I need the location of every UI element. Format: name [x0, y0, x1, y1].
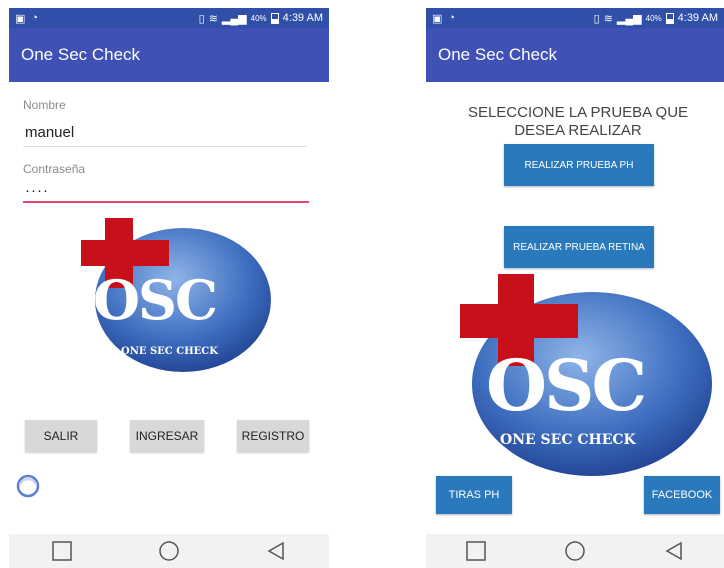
- logo-subtitle: ONE SEC CHECK: [500, 432, 636, 448]
- app-bar: One Sec Check: [426, 28, 724, 82]
- wifi-icon: ≋: [603, 12, 613, 25]
- gallery-icon: ▣: [15, 12, 26, 25]
- whatsapp-icon: ◔: [448, 12, 456, 24]
- prompt-line-1: SELECCIONE LA PRUEBA QUE: [467, 104, 689, 121]
- app-title: One Sec Check: [438, 45, 558, 64]
- password-field[interactable]: ····: [25, 182, 49, 199]
- whatsapp-icon: ◔: [31, 12, 39, 24]
- battery-percent: 40%: [645, 13, 662, 23]
- circle-icon[interactable]: [158, 540, 180, 562]
- facebook-button[interactable]: FACEBOOK: [644, 476, 720, 514]
- exit-button[interactable]: SALIR: [25, 420, 97, 452]
- clock: 4:39 AM: [677, 12, 718, 24]
- battery-icon: [665, 12, 674, 24]
- battery-percent: 40%: [250, 13, 267, 23]
- nav-bar: [426, 534, 724, 568]
- prompt-line-2: DESEA REALIZAR: [514, 122, 642, 139]
- battery-icon: [270, 12, 279, 24]
- ph-strips-button[interactable]: TIRAS PH: [436, 476, 512, 514]
- test-selection-screen: ▣ ◔ ▯ ≋ ▂▄▆ 40% 4:39 AM One Sec Check SE…: [426, 8, 724, 568]
- square-icon[interactable]: [51, 540, 73, 562]
- signal-icon: ▂▄▆: [616, 12, 642, 25]
- loading-spinner-icon: [16, 474, 40, 498]
- signal-icon: ▂▄▆: [221, 12, 247, 25]
- register-button[interactable]: REGISTRO: [237, 420, 309, 452]
- password-label: Contraseña: [23, 162, 86, 176]
- vibrate-icon: ▯: [593, 12, 600, 25]
- status-bar: ▣ ◔ ▯ ≋ ▂▄▆ 40% 4:39 AM: [9, 8, 329, 28]
- triangle-back-icon[interactable]: [663, 540, 685, 562]
- circle-icon[interactable]: [564, 540, 586, 562]
- logo-subtitle: ONE SEC CHECK: [121, 346, 218, 357]
- retina-test-button[interactable]: REALIZAR PRUEBA RETINA: [504, 226, 654, 268]
- app-bar: One Sec Check: [9, 28, 329, 82]
- name-field[interactable]: manuel: [25, 124, 74, 141]
- status-bar: ▣ ◔ ▯ ≋ ▂▄▆ 40% 4:39 AM: [426, 8, 724, 28]
- vibrate-icon: ▯: [198, 12, 205, 25]
- clock: 4:39 AM: [282, 12, 323, 24]
- logo-text: OSC: [486, 344, 647, 427]
- nav-bar: [9, 534, 329, 568]
- name-label: Nombre: [23, 98, 66, 112]
- login-screen: ▣ ◔ ▯ ≋ ▂▄▆ 40% 4:39 AM One Sec Check No…: [9, 8, 329, 568]
- password-underline: [23, 201, 309, 203]
- ph-test-button[interactable]: REALIZAR PRUEBA PH: [504, 144, 654, 186]
- triangle-back-icon[interactable]: [265, 540, 287, 562]
- wifi-icon: ≋: [208, 12, 218, 25]
- gallery-icon: ▣: [432, 12, 443, 25]
- name-underline: [23, 146, 307, 147]
- login-button[interactable]: INGRESAR: [130, 420, 204, 452]
- app-title: One Sec Check: [21, 45, 141, 64]
- logo-text: OSC: [93, 268, 218, 332]
- square-icon[interactable]: [465, 540, 487, 562]
